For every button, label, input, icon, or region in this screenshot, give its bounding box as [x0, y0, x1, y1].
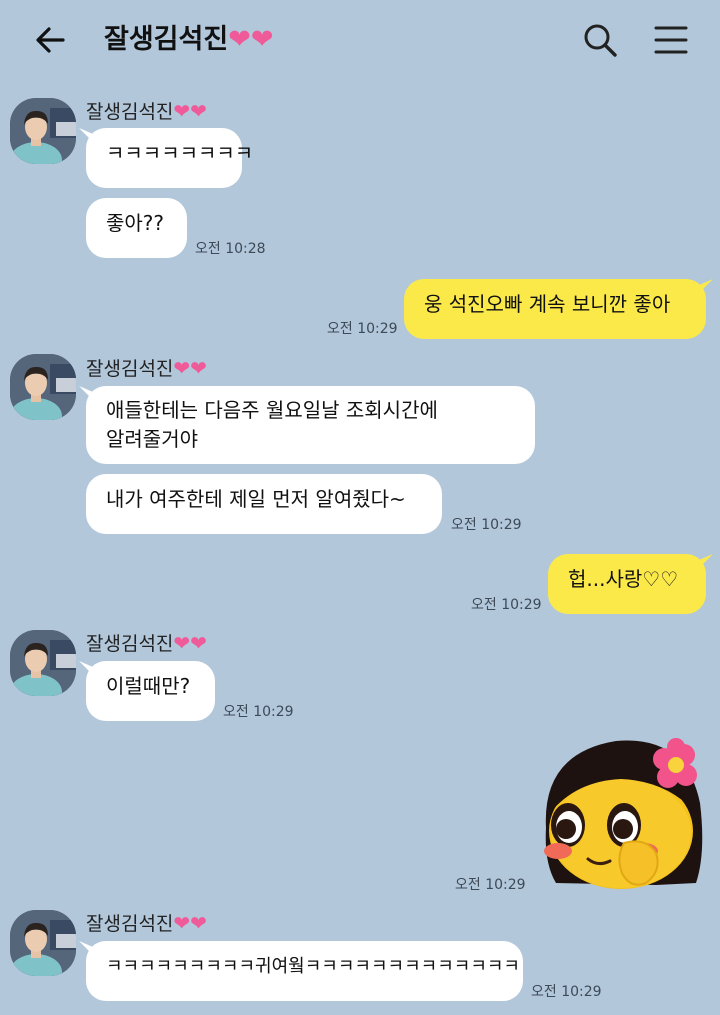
sender-name: 잘생김석진❤❤	[86, 99, 207, 124]
message-bubble[interactable]: 웅 석진오빠 계속 보니깐 좋아	[404, 279, 706, 339]
chat-screen: 잘생김석진❤❤ 잘생김석진❤❤ ㅋㅋㅋㅋㅋㅋㅋㅋ 좋아?? 오전 10:28 오…	[0, 0, 720, 1015]
chat-title-text: 잘생김석진	[104, 24, 229, 55]
message-time: 오전 10:29	[327, 321, 398, 337]
message-time: 오전 10:29	[451, 517, 522, 533]
message-time: 오전 10:29	[471, 597, 542, 613]
chat-header: 잘생김석진❤❤	[0, 0, 720, 80]
sender-avatar[interactable]	[10, 630, 76, 696]
sender-name-text: 잘생김석진	[86, 913, 174, 935]
profile-photo	[10, 910, 76, 976]
message-bubble[interactable]: 애들한테는 다음주 월요일날 조회시간에 알려줄거야	[86, 386, 535, 464]
sender-hearts: ❤❤	[173, 99, 207, 123]
message-bubble[interactable]: 헙...사랑♡♡	[548, 554, 706, 614]
profile-photo	[10, 98, 76, 164]
message-text-line: 알려줄거야	[106, 427, 198, 451]
message-bubble[interactable]: ㅋㅋㅋㅋㅋㅋㅋㅋ	[86, 128, 253, 188]
sender-name-text: 잘생김석진	[86, 633, 174, 655]
sender-avatar[interactable]	[10, 98, 76, 164]
message-bubble[interactable]: 좋아??	[86, 198, 187, 258]
message-text-line: 애들한테는 다음주 월요일날 조회시간에	[106, 398, 438, 422]
message-text: ㅋㅋㅋㅋㅋㅋㅋㅋ	[106, 141, 254, 165]
hamburger-menu-icon	[654, 26, 688, 54]
message-bubble[interactable]: 내가 여주한테 제일 먼저 알여줬다~	[86, 474, 442, 534]
message-time: 오전 10:29	[223, 704, 294, 720]
profile-photo	[10, 630, 76, 696]
arrow-left-icon	[36, 27, 65, 53]
profile-photo	[10, 354, 76, 420]
chat-title: 잘생김석진❤❤	[104, 20, 273, 60]
menu-button[interactable]	[651, 20, 691, 60]
back-button[interactable]	[30, 20, 70, 60]
sender-hearts: ❤❤	[173, 911, 207, 935]
message-time: 오전 10:29	[531, 984, 602, 1000]
sender-hearts: ❤❤	[173, 356, 207, 380]
message-text: 헙...사랑♡♡	[568, 567, 679, 591]
message-text: 웅 석진오빠 계속 보니깐 좋아	[424, 292, 671, 316]
bubble-tail	[699, 554, 713, 568]
emoticon-sticker[interactable]	[536, 733, 708, 891]
sender-name-text: 잘생김석진	[86, 101, 174, 123]
sender-avatar[interactable]	[10, 910, 76, 976]
sender-name: 잘생김석진❤❤	[86, 356, 207, 381]
sender-name-text: 잘생김석진	[86, 358, 174, 380]
message-text: 이럴때만?	[106, 674, 191, 698]
search-icon	[584, 24, 617, 57]
bubble-tail	[699, 279, 713, 293]
title-hearts: ❤❤	[228, 24, 274, 55]
search-button[interactable]	[580, 20, 620, 60]
blushing-girl-emoticon	[544, 738, 703, 889]
message-bubble[interactable]: 이럴때만?	[86, 661, 215, 721]
message-text: ㅋㅋㅋㅋㅋㅋㅋㅋㅋ귀여웤ㅋㅋㅋㅋㅋㅋㅋㅋㅋㅋㅋㅋㅋ	[106, 956, 520, 977]
message-time: 오전 10:28	[195, 241, 266, 257]
sender-name: 잘생김석진❤❤	[86, 631, 207, 656]
message-text: 내가 여주한테 제일 먼저 알여줬다~	[106, 487, 406, 511]
sender-hearts: ❤❤	[173, 631, 207, 655]
message-time: 오전 10:29	[455, 877, 526, 893]
sender-avatar[interactable]	[10, 354, 76, 420]
message-bubble[interactable]: ㅋㅋㅋㅋㅋㅋㅋㅋㅋ귀여웤ㅋㅋㅋㅋㅋㅋㅋㅋㅋㅋㅋㅋㅋ	[86, 941, 523, 1001]
message-text: 좋아??	[106, 211, 165, 235]
sender-name: 잘생김석진❤❤	[86, 911, 207, 936]
